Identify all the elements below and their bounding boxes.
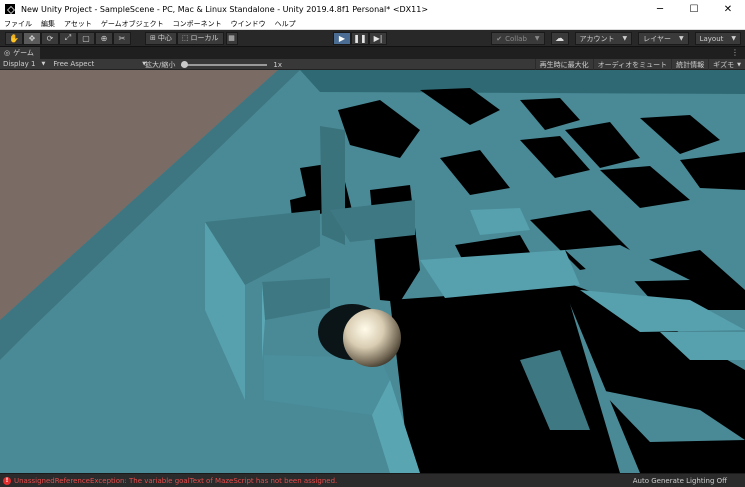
maximize-on-play-toggle[interactable]: 再生時に最大化 <box>534 59 593 70</box>
game-view-toggles: 再生時に最大化 オーディオをミュート 統計情報 ギズモ ▼ <box>534 59 745 70</box>
rotate-tool-icon[interactable]: ⟳ <box>41 31 59 45</box>
local-space-icon: ⬚ <box>181 34 189 42</box>
gizmos-label: ギズモ <box>713 60 735 69</box>
move-tool-icon[interactable]: ✥ <box>23 31 41 45</box>
game-viewport[interactable] <box>0 70 745 473</box>
window-controls: ─ ☐ ✕ <box>643 0 745 18</box>
error-icon: ! <box>3 476 11 485</box>
pivot-center-button[interactable]: ⊞ 中心 <box>145 31 177 45</box>
display-label: Display 1 <box>3 60 36 68</box>
unity-logo-icon <box>5 4 15 14</box>
tab-options-icon[interactable]: ⋮ <box>731 48 739 57</box>
window-title: New Unity Project - SampleScene - PC, Ma… <box>21 4 429 14</box>
toolbar-right: ✔ Collab ▼ ☁ アカウント ▼ レイヤー ▼ Layout ▼ <box>485 32 741 45</box>
collab-dropdown[interactable]: ✔ Collab ▼ <box>491 32 545 45</box>
scale-tool-icon[interactable]: ⤢ <box>59 31 77 45</box>
pivot-icon: ⊞ <box>150 34 156 42</box>
step-button[interactable]: ▶| <box>369 32 387 45</box>
maze-scene <box>0 70 745 473</box>
tab-game-label: ゲーム <box>13 49 34 57</box>
menu-edit[interactable]: 編集 <box>41 19 55 29</box>
collab-label: Collab <box>505 34 527 43</box>
display-dropdown[interactable]: Display 1 ▼ <box>3 60 45 68</box>
cloud-icon[interactable]: ☁ <box>550 32 569 45</box>
hand-tool-icon[interactable]: ✋ <box>5 31 23 45</box>
space-label: ローカル <box>190 34 219 42</box>
main-toolbar: ✋ ✥ ⟳ ⤢ ▢ ⊕ ✂ ⊞ 中心 ⬚ ローカル ▦ ▶ ❚❚ ▶| ✔ Co… <box>0 30 745 47</box>
menu-file[interactable]: ファイル <box>4 19 32 29</box>
layers-dropdown[interactable]: レイヤー ▼ <box>638 32 689 45</box>
menu-window[interactable]: ウインドウ <box>231 19 266 29</box>
menu-component[interactable]: コンポーネント <box>173 19 222 29</box>
pivot-local-button[interactable]: ⬚ ローカル <box>176 31 224 45</box>
playback-controls: ▶ ❚❚ ▶| <box>333 32 387 45</box>
tab-game[interactable]: ◎ ゲーム <box>0 47 40 59</box>
player-ball <box>343 309 401 367</box>
pivot-controls: ⊞ 中心 ⬚ ローカル ▦ <box>145 31 238 45</box>
menu-bar: ファイル 編集 アセット ゲームオブジェクト コンポーネント ウインドウ ヘルプ <box>0 18 745 30</box>
scale-slider-handle[interactable] <box>181 60 189 68</box>
pivot-label: 中心 <box>157 34 172 42</box>
menu-assets[interactable]: アセット <box>64 19 92 29</box>
chevron-down-icon: ▼ <box>41 61 46 67</box>
chevron-down-icon: ▼ <box>678 35 684 42</box>
status-bar: ! UnassignedReferenceException: The vari… <box>0 473 745 487</box>
lighting-status[interactable]: Auto Generate Lighting Off <box>633 477 727 485</box>
chevron-down-icon: ▼ <box>737 61 741 68</box>
grid-snap-icon[interactable]: ▦ <box>225 31 238 45</box>
chevron-down-icon: ▼ <box>622 35 628 42</box>
scale-control: 拡大/縮小 1x <box>145 59 282 70</box>
aspect-dropdown[interactable]: Free Aspect ▼ <box>53 60 146 68</box>
stats-toggle[interactable]: 統計情報 <box>671 59 708 70</box>
game-view-toolbar: Display 1 ▼ Free Aspect ▼ 拡大/縮小 1x 再生時に最… <box>0 59 745 70</box>
play-button[interactable]: ▶ <box>333 32 351 45</box>
mute-audio-toggle[interactable]: オーディオをミュート <box>592 59 672 70</box>
chevron-down-icon: ▼ <box>534 35 540 42</box>
tab-bar: ◎ ゲーム ⋮ <box>0 47 745 59</box>
console-error-message[interactable]: UnassignedReferenceException: The variab… <box>14 477 337 485</box>
maximize-button[interactable]: ☐ <box>677 0 711 18</box>
aspect-label: Free Aspect <box>53 60 95 68</box>
game-controller-icon: ◎ <box>4 49 11 57</box>
layers-label: レイヤー <box>643 34 671 43</box>
transform-tools: ✋ ✥ ⟳ ⤢ ▢ ⊕ ✂ <box>5 31 131 45</box>
account-label: アカウント <box>579 34 615 43</box>
layout-dropdown[interactable]: Layout ▼ <box>694 32 741 45</box>
title-bar: New Unity Project - SampleScene - PC, Ma… <box>0 0 745 18</box>
scale-slider[interactable] <box>181 60 268 68</box>
close-button[interactable]: ✕ <box>711 0 745 18</box>
collab-check-icon: ✔ <box>496 34 503 43</box>
custom-tool-icon[interactable]: ✂ <box>113 31 131 45</box>
minimize-button[interactable]: ─ <box>643 0 677 18</box>
layout-label: Layout <box>699 34 724 43</box>
menu-help[interactable]: ヘルプ <box>275 19 296 29</box>
gizmos-toggle[interactable]: ギズモ ▼ <box>708 59 745 70</box>
transform-tool-icon[interactable]: ⊕ <box>95 31 113 45</box>
scale-label: 拡大/縮小 <box>145 60 176 69</box>
chevron-down-icon: ▼ <box>731 35 736 42</box>
scale-value: 1x <box>273 60 282 69</box>
pause-button[interactable]: ❚❚ <box>351 32 369 45</box>
menu-gameobject[interactable]: ゲームオブジェクト <box>101 19 164 29</box>
account-dropdown[interactable]: アカウント ▼ <box>574 32 633 45</box>
rect-tool-icon[interactable]: ▢ <box>77 31 95 45</box>
